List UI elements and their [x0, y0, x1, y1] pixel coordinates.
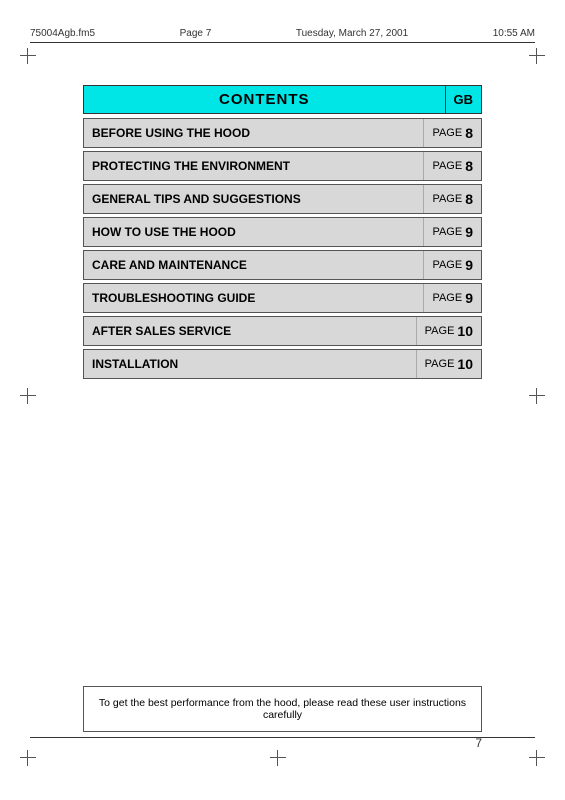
toc-label-1: BEFORE USING THE HOOD [84, 119, 423, 147]
toc-page-text-3: PAGE [432, 193, 462, 205]
crosshair-mid-right [529, 388, 545, 404]
page-number: 7 [475, 736, 482, 750]
toc-page-num-7: 10 [457, 323, 473, 339]
toc-label-3: GENERAL TIPS AND SUGGESTIONS [84, 185, 423, 213]
main-content: CONTENTS GB BEFORE USING THE HOOD PAGE 8… [83, 85, 482, 382]
crosshair-top-right [529, 48, 545, 64]
toc-page-text-5: PAGE [432, 259, 462, 271]
bottom-note: To get the best performance from the hoo… [83, 686, 482, 732]
toc-label-7: AFTER SALES SERVICE [84, 317, 416, 345]
toc-page-num-3: 8 [465, 191, 473, 207]
toc-label-5: CARE AND MAINTENANCE [84, 251, 423, 279]
toc-label-4: HOW TO USE THE HOOD [84, 218, 423, 246]
crosshair-bottom-right [529, 750, 545, 766]
header-line [30, 42, 535, 43]
toc-page-text-7: PAGE [425, 325, 455, 337]
toc-page-4: PAGE 9 [423, 218, 481, 246]
toc-row-7: AFTER SALES SERVICE PAGE 10 [83, 316, 482, 346]
contents-title: CONTENTS [83, 85, 445, 114]
toc-page-text-4: PAGE [432, 226, 462, 238]
toc-page-text-6: PAGE [432, 292, 462, 304]
toc-page-1: PAGE 8 [423, 119, 481, 147]
toc-row-6: TROUBLESHOOTING GUIDE PAGE 9 [83, 283, 482, 313]
header-page-ref: Page 7 [180, 28, 212, 39]
toc-label-6: TROUBLESHOOTING GUIDE [84, 284, 423, 312]
crosshair-mid-left [20, 388, 36, 404]
page-container: 75004Agb.fm5 Page 7 Tuesday, March 27, 2… [0, 0, 565, 800]
bottom-line [30, 737, 535, 738]
toc-row-3: GENERAL TIPS AND SUGGESTIONS PAGE 8 [83, 184, 482, 214]
header-day: Tuesday, March 27, 2001 [296, 28, 408, 39]
toc-row-1: BEFORE USING THE HOOD PAGE 8 [83, 118, 482, 148]
toc-page-8: PAGE 10 [416, 350, 481, 378]
contents-gb-label: GB [445, 85, 483, 114]
toc-page-text-8: PAGE [425, 358, 455, 370]
toc-row-8: INSTALLATION PAGE 10 [83, 349, 482, 379]
toc-page-text-2: PAGE [432, 160, 462, 172]
toc-row-2: PROTECTING THE ENVIRONMENT PAGE 8 [83, 151, 482, 181]
toc-page-num-8: 10 [457, 356, 473, 372]
toc-row-5: CARE AND MAINTENANCE PAGE 9 [83, 250, 482, 280]
toc-page-num-4: 9 [465, 224, 473, 240]
toc-label-8: INSTALLATION [84, 350, 416, 378]
crosshair-bottom-left [20, 750, 36, 766]
header-bar: 75004Agb.fm5 Page 7 Tuesday, March 27, 2… [30, 28, 535, 39]
toc-label-2: PROTECTING THE ENVIRONMENT [84, 152, 423, 180]
crosshair-bottom-mid [270, 750, 286, 766]
crosshair-top-left [20, 48, 36, 64]
header-filename: 75004Agb.fm5 [30, 28, 95, 39]
toc-page-6: PAGE 9 [423, 284, 481, 312]
toc-page-num-1: 8 [465, 125, 473, 141]
toc-page-5: PAGE 9 [423, 251, 481, 279]
toc-page-num-2: 8 [465, 158, 473, 174]
toc-page-text-1: PAGE [432, 127, 462, 139]
contents-header: CONTENTS GB [83, 85, 482, 114]
toc-page-3: PAGE 8 [423, 185, 481, 213]
toc-page-7: PAGE 10 [416, 317, 481, 345]
toc-page-num-5: 9 [465, 257, 473, 273]
toc-row-4: HOW TO USE THE HOOD PAGE 9 [83, 217, 482, 247]
header-time: 10:55 AM [493, 28, 535, 39]
toc-page-num-6: 9 [465, 290, 473, 306]
toc-page-2: PAGE 8 [423, 152, 481, 180]
